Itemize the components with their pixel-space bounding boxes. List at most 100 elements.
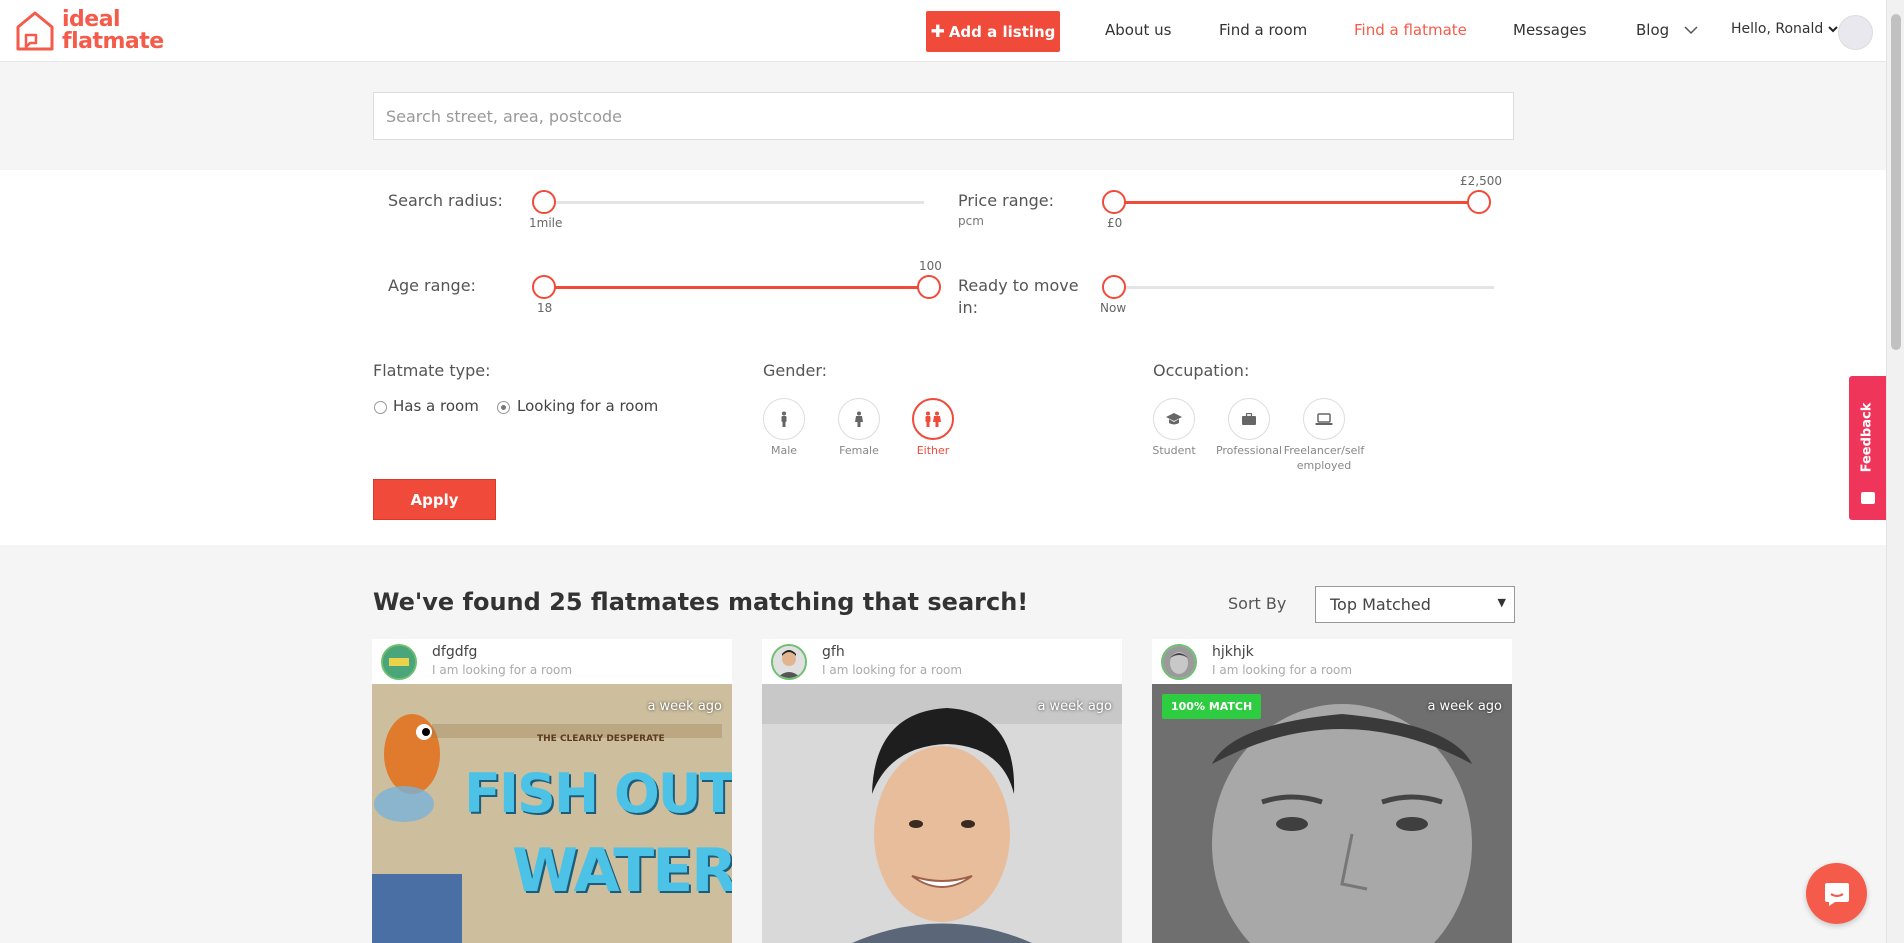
card-status: I am looking for a room xyxy=(432,663,573,677)
nav-find-a-room[interactable]: Find a room xyxy=(1219,21,1307,39)
age-max-value: 100 xyxy=(919,259,942,273)
sort-select[interactable]: Top Matched ▼ xyxy=(1315,586,1515,623)
female-icon xyxy=(855,411,863,427)
nav-messages[interactable]: Messages xyxy=(1513,21,1587,39)
occupation-student-button[interactable] xyxy=(1153,398,1195,440)
graduation-cap-icon xyxy=(1166,413,1182,425)
logo-line2: flatmate xyxy=(62,29,164,54)
image-small-text: THE CLEARLY DESPERATE xyxy=(537,734,665,744)
looking-for-a-room-label[interactable]: Looking for a room xyxy=(517,397,658,415)
price-label: Price range: xyxy=(958,191,1055,210)
image-headline-2: WATER xyxy=(512,836,732,906)
caret-down-icon: ▼ xyxy=(1497,596,1506,609)
results-title: We've found 25 flatmates matching that s… xyxy=(373,588,1029,616)
card-header: dfgdfg I am looking for a room xyxy=(372,639,732,684)
briefcase-icon xyxy=(1242,412,1256,425)
occupation-professional-button[interactable] xyxy=(1228,398,1270,440)
price-min-value: £0 xyxy=(1107,216,1123,230)
age-max-handle[interactable] xyxy=(917,275,941,299)
laptop-icon xyxy=(1315,412,1333,425)
gender-label: Gender: xyxy=(763,361,828,380)
card-name[interactable]: dfgdfg xyxy=(432,644,477,660)
radius-handle[interactable] xyxy=(532,190,556,214)
chat-launcher-button[interactable] xyxy=(1806,863,1867,924)
gender-male-button[interactable] xyxy=(763,398,805,440)
caret-down-icon xyxy=(1828,26,1838,33)
move-in-handle[interactable] xyxy=(1102,275,1126,299)
card-status: I am looking for a room xyxy=(822,663,963,677)
feedback-label: Feedback xyxy=(1859,402,1875,473)
has-a-room-label[interactable]: Has a room xyxy=(393,397,479,415)
search-input[interactable] xyxy=(373,92,1514,140)
scrollbar-thumb[interactable] xyxy=(1891,14,1901,350)
radius-label: Search radius: xyxy=(388,191,503,210)
flatmate-card[interactable]: hjkhjk I am looking for a room 100% MATC… xyxy=(1152,639,1512,943)
occupation-freelancer-label: Freelancer/self employed xyxy=(1283,444,1365,472)
price-sub: pcm xyxy=(958,214,984,228)
age-track[interactable] xyxy=(544,286,929,289)
feedback-icon xyxy=(1861,492,1875,504)
card-photo[interactable]: 100% MATCH a week ago xyxy=(1152,684,1512,943)
price-max-value: £2,500 xyxy=(1460,174,1502,188)
age-min-handle[interactable] xyxy=(532,275,556,299)
sort-value: Top Matched xyxy=(1330,595,1431,614)
radius-track[interactable] xyxy=(544,201,924,204)
card-name[interactable]: hjkhjk xyxy=(1212,644,1254,660)
nav-find-a-flatmate[interactable]: Find a flatmate xyxy=(1354,21,1467,39)
gender-female-button[interactable] xyxy=(838,398,880,440)
logo[interactable]: ideal flatmate xyxy=(14,9,164,53)
radio-looking-for-a-room[interactable] xyxy=(497,401,510,414)
move-in-label-line2: in: xyxy=(958,298,978,317)
age-min-value: 18 xyxy=(537,301,553,315)
avatar xyxy=(771,644,807,680)
avatar xyxy=(1161,644,1197,680)
nav-about-us[interactable]: About us xyxy=(1105,21,1171,39)
match-badge: 100% MATCH xyxy=(1162,694,1262,719)
scrollbar[interactable] xyxy=(1886,0,1904,943)
price-min-handle[interactable] xyxy=(1102,190,1126,214)
feedback-tab[interactable]: Feedback xyxy=(1849,376,1886,520)
radio-has-a-room[interactable] xyxy=(374,401,387,414)
logo-text: ideal flatmate xyxy=(62,9,164,53)
gender-either-button[interactable] xyxy=(912,398,954,440)
card-photo[interactable]: a week ago xyxy=(762,684,1122,943)
card-header: gfh I am looking for a room xyxy=(762,639,1122,684)
flatmate-type-label: Flatmate type: xyxy=(373,361,491,380)
nav-blog[interactable]: Blog xyxy=(1636,21,1698,39)
flatmate-card[interactable]: dfgdfg I am looking for a room THE CLEAR… xyxy=(372,639,732,943)
age-label: Age range: xyxy=(388,276,476,295)
card-status: I am looking for a room xyxy=(1212,663,1353,677)
male-icon xyxy=(781,411,787,427)
top-header: ideal flatmate ✚ Add a listing About us … xyxy=(0,0,1886,62)
move-in-value: Now xyxy=(1100,301,1127,315)
house-logo-icon xyxy=(16,11,54,51)
price-max-handle[interactable] xyxy=(1467,190,1491,214)
occupation-freelancer-button[interactable] xyxy=(1303,398,1345,440)
card-header: hjkhjk I am looking for a room xyxy=(1152,639,1512,684)
gender-either-label: Either xyxy=(916,444,950,457)
portrait-photo xyxy=(762,684,1122,943)
filters-panel: Search radius: 1mile Price range: pcm £0… xyxy=(0,170,1886,545)
apply-button[interactable]: Apply xyxy=(373,479,496,520)
sort-label: Sort By xyxy=(1228,594,1287,613)
time-badge: a week ago xyxy=(1427,699,1502,714)
time-badge: a week ago xyxy=(647,699,722,714)
flatmate-card[interactable]: gfh I am looking for a room a week ago xyxy=(762,639,1122,943)
move-in-label-line1: Ready to move xyxy=(958,276,1079,295)
add-listing-button[interactable]: ✚ Add a listing xyxy=(926,11,1060,52)
user-avatar[interactable] xyxy=(1838,15,1873,50)
card-photo[interactable]: THE CLEARLY DESPERATE FISH OUT O WATER a… xyxy=(372,684,732,943)
logo-line1: ideal xyxy=(62,7,121,32)
add-listing-label: Add a listing xyxy=(948,22,1056,41)
user-menu[interactable]: Hello, Ronald xyxy=(1731,21,1838,37)
card-name[interactable]: gfh xyxy=(822,644,845,660)
time-badge: a week ago xyxy=(1037,699,1112,714)
move-in-label: Ready to move in: xyxy=(958,275,1079,319)
occupation-label: Occupation: xyxy=(1153,361,1250,380)
price-track[interactable] xyxy=(1114,201,1479,204)
either-gender-icon xyxy=(925,411,941,427)
move-in-track[interactable] xyxy=(1114,286,1494,289)
image-headline-1: FISH OUT O xyxy=(464,762,732,825)
plus-icon: ✚ xyxy=(930,21,945,42)
search-band xyxy=(0,62,1886,170)
